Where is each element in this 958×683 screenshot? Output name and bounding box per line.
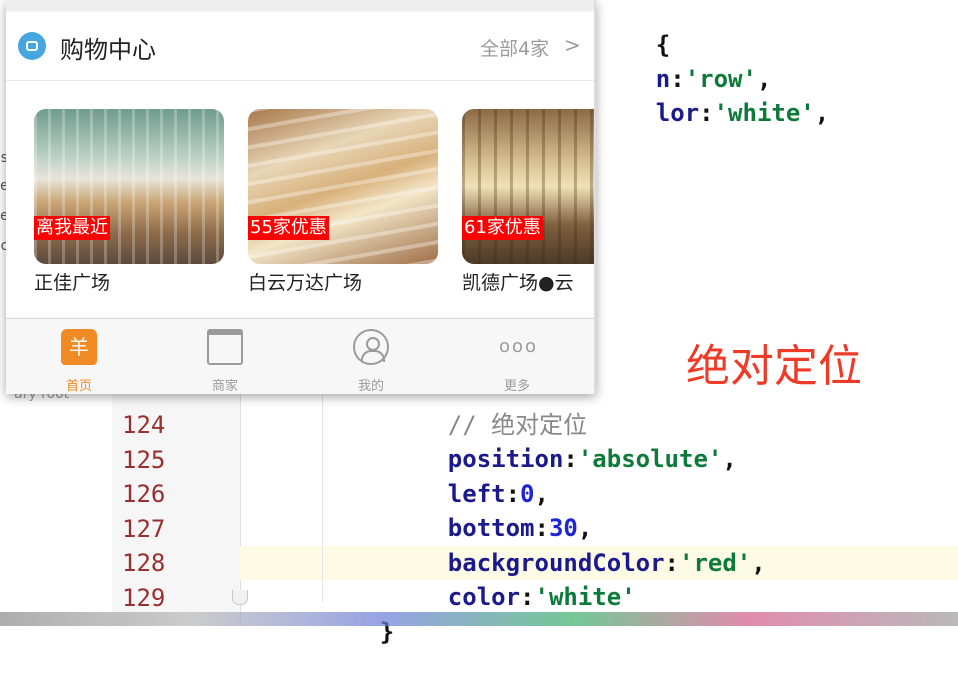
section-title: 购物中心: [60, 36, 156, 64]
tab-more[interactable]: ooo 更多: [444, 319, 590, 394]
mall-badge: 61家优惠: [462, 216, 543, 240]
mall-image[interactable]: 61家优惠: [462, 109, 594, 264]
indent-guide: [322, 392, 323, 602]
mall-list: 离我最近 正佳广场 55家优惠 白云万达广场 61家优惠 凯德广场●云: [6, 81, 594, 317]
shopping-bag-icon: [18, 32, 46, 60]
code-fragment-direction[interactable]: n:'row',: [598, 28, 772, 93]
chevron-right-icon[interactable]: >: [564, 33, 581, 57]
code-line-position[interactable]: position:'absolute',: [390, 408, 737, 473]
more-icon[interactable]: ooo: [499, 329, 536, 365]
line-number: 127: [122, 515, 166, 543]
tab-bar: 羊 首页 商家 我的 ooo 更多: [6, 318, 594, 394]
line-number: 128: [122, 549, 166, 577]
view-all-link[interactable]: 全部4家: [480, 34, 549, 61]
dock-bar: [0, 612, 958, 626]
annotation-label: 绝对定位: [686, 341, 862, 392]
line-number: 126: [122, 480, 166, 508]
tab-label: 商家: [211, 379, 238, 394]
shop-icon[interactable]: [207, 329, 243, 365]
simulator-top-strip: [6, 0, 594, 10]
code-line-color[interactable]: color:'white': [390, 546, 636, 611]
tab-merchants[interactable]: 商家: [152, 319, 298, 394]
mall-image[interactable]: 55家优惠: [248, 109, 438, 264]
fold-toggle-icon[interactable]: [232, 590, 248, 605]
line-number: 124: [122, 411, 166, 439]
simulator-window: 购物中心 全部4家 > 离我最近 正佳广场 55家优惠 白云万达广场 61家优惠…: [6, 0, 596, 394]
section-header: 购物中心 全部4家 >: [6, 12, 594, 81]
mall-card[interactable]: 61家优惠 凯德广场●云: [462, 109, 594, 295]
mall-card[interactable]: 55家优惠 白云万达广场: [248, 109, 438, 295]
mall-name: 正佳广场: [34, 272, 111, 294]
mall-badge: 55家优惠: [248, 216, 329, 240]
code-line-closing-brace[interactable]: }: [322, 581, 394, 646]
home-icon[interactable]: 羊: [61, 329, 97, 365]
mall-name: 凯德广场●云: [462, 272, 574, 294]
mall-name: 白云万达广场: [248, 272, 363, 294]
mall-badge: 离我最近: [34, 216, 110, 240]
mall-image[interactable]: 离我最近: [34, 109, 224, 264]
line-number: 125: [122, 446, 166, 474]
code-line-left[interactable]: left:0,: [390, 443, 549, 508]
code-fragment-color[interactable]: lor:'white',: [598, 62, 829, 127]
code-line-bottom[interactable]: bottom:30,: [390, 477, 593, 542]
tab-label: 我的: [357, 379, 384, 394]
tab-label: 更多: [503, 379, 530, 394]
mall-card[interactable]: 离我最近 正佳广场: [34, 109, 224, 295]
tab-profile[interactable]: 我的: [298, 319, 444, 394]
profile-icon[interactable]: [353, 329, 389, 365]
code-fragment-brace: {: [655, 31, 671, 59]
tab-label: 首页: [65, 379, 92, 394]
line-number: 129: [122, 584, 166, 612]
code-line-background-color[interactable]: backgroundColor:'red',: [390, 512, 766, 577]
tab-home[interactable]: 羊 首页: [6, 319, 152, 394]
